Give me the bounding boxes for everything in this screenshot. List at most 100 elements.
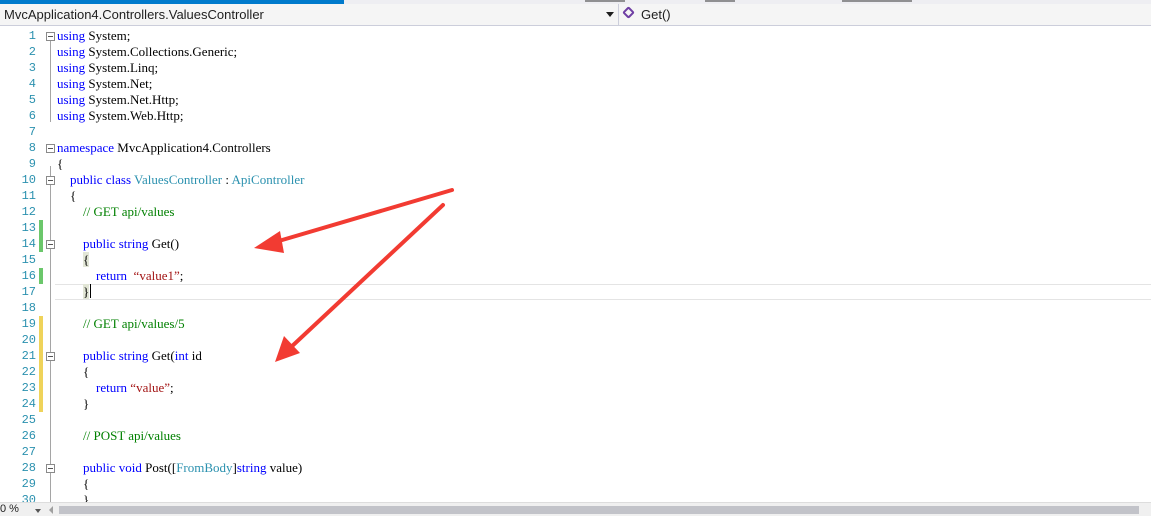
code-line: 9 { <box>0 156 1151 172</box>
line-number: 4 <box>28 77 36 91</box>
line-number: 28 <box>21 461 36 475</box>
code-line: 25 <box>0 412 1151 428</box>
code-text: using System.Web.Http; <box>57 108 184 123</box>
chevron-down-icon[interactable] <box>35 509 41 513</box>
collapse-icon[interactable] <box>46 240 55 249</box>
code-line: 11 { <box>0 188 1151 204</box>
code-line: 5 using System.Net.Http; <box>0 92 1151 108</box>
collapse-icon[interactable] <box>46 352 55 361</box>
line-number: 20 <box>21 333 36 347</box>
editor-bottom-bar: 0 % <box>0 502 1151 516</box>
line-number: 17 <box>21 285 36 299</box>
line-number: 23 <box>21 381 36 395</box>
code-line: 6 using System.Web.Http; <box>0 108 1151 124</box>
cut-off-tab-text <box>585 0 625 2</box>
line-number: 8 <box>28 141 36 155</box>
code-text: using System.Collections.Generic; <box>57 44 238 59</box>
line-number: 18 <box>21 301 36 315</box>
code-text: { <box>57 156 64 171</box>
change-marker-saved <box>39 268 43 284</box>
line-number: 9 <box>28 157 36 171</box>
code-text: using System.Net.Http; <box>57 92 179 107</box>
code-line: 15 { <box>0 252 1151 268</box>
cut-off-tab-text <box>705 0 735 2</box>
collapse-icon[interactable] <box>46 464 55 473</box>
line-number: 13 <box>21 221 36 235</box>
change-marker-unsaved <box>39 364 43 380</box>
line-number: 15 <box>21 253 36 267</box>
line-number: 12 <box>21 205 36 219</box>
line-number: 1 <box>28 29 36 43</box>
code-line: 4 using System.Net; <box>0 76 1151 92</box>
code-text: public string Get(int id <box>83 348 202 363</box>
code-text: return “value”; <box>96 380 174 395</box>
zoom-level[interactable]: 0 % <box>0 503 19 516</box>
line-number: 16 <box>21 269 36 283</box>
change-marker-saved <box>39 220 43 236</box>
line-number: 19 <box>21 317 36 331</box>
collapse-icon[interactable] <box>46 144 55 153</box>
member-dropdown-label: Get() <box>641 7 671 22</box>
line-number: 27 <box>21 445 36 459</box>
method-icon <box>622 6 635 19</box>
text-caret <box>90 284 92 298</box>
code-text: using System.Linq; <box>57 60 159 75</box>
code-text: } <box>83 284 92 299</box>
collapse-icon[interactable] <box>46 176 55 185</box>
code-line: 20 <box>0 332 1151 348</box>
change-marker-unsaved <box>39 396 43 412</box>
scroll-left-icon[interactable] <box>49 506 53 514</box>
code-line: 26 // POST api/values <box>0 428 1151 444</box>
code-text: { <box>83 252 90 267</box>
horizontal-scrollbar[interactable] <box>45 503 1151 516</box>
change-marker-unsaved <box>39 348 43 364</box>
code-line: 8 namespace MvcApplication4.Controllers <box>0 140 1151 156</box>
code-line: 13 <box>0 220 1151 236</box>
line-number: 21 <box>21 349 36 363</box>
line-number: 7 <box>28 125 36 139</box>
code-line: 24 } <box>0 396 1151 412</box>
line-number: 30 <box>21 493 36 502</box>
code-line: 3 using System.Linq; <box>0 60 1151 76</box>
code-line: 2 using System.Collections.Generic; <box>0 44 1151 60</box>
navigation-bar: MvcApplication4.Controllers.ValuesContro… <box>0 4 1151 26</box>
code-line: 27 <box>0 444 1151 460</box>
line-number: 6 <box>28 109 36 123</box>
line-number: 29 <box>21 477 36 491</box>
code-text: // POST api/values <box>83 428 181 443</box>
code-text: public class ValuesController : ApiContr… <box>70 172 305 187</box>
type-dropdown-label: MvcApplication4.Controllers.ValuesContro… <box>4 7 264 22</box>
code-text: return “value1”; <box>96 268 184 283</box>
code-line: 7 <box>0 124 1151 140</box>
code-line: 1 using System; <box>0 28 1151 44</box>
code-text: { <box>83 476 90 491</box>
code-editor[interactable]: 1 using System; 2 using System.Collectio… <box>0 26 1151 502</box>
line-number: 24 <box>21 397 36 411</box>
code-text: } <box>83 396 90 411</box>
code-line: 22 { <box>0 364 1151 380</box>
code-text: // GET api/values <box>83 204 175 219</box>
line-number: 11 <box>21 189 36 203</box>
code-text: namespace MvcApplication4.Controllers <box>57 140 271 155</box>
line-number: 26 <box>21 429 36 443</box>
scrollbar-thumb[interactable] <box>59 506 1139 514</box>
change-marker-saved <box>39 236 43 252</box>
change-marker-unsaved <box>39 332 43 348</box>
code-line: 16 return “value1”; <box>0 268 1151 284</box>
code-line: 17 } <box>0 284 1151 300</box>
code-line: 10 public class ValuesController : ApiCo… <box>0 172 1151 188</box>
type-dropdown[interactable]: MvcApplication4.Controllers.ValuesContro… <box>0 4 619 25</box>
member-dropdown[interactable]: Get() <box>620 4 1151 25</box>
code-line: 28 public void Post([FromBody]string val… <box>0 460 1151 476</box>
line-number: 2 <box>28 45 36 59</box>
code-text: using System; <box>57 28 131 43</box>
code-line: 23 return “value”; <box>0 380 1151 396</box>
collapse-icon[interactable] <box>46 32 55 41</box>
code-text: using System.Net; <box>57 76 153 91</box>
code-text: // GET api/values/5 <box>83 316 185 331</box>
line-number: 14 <box>21 237 36 251</box>
code-line: 21 public string Get(int id <box>0 348 1151 364</box>
chevron-down-icon[interactable] <box>606 12 614 17</box>
code-line: 12 // GET api/values <box>0 204 1151 220</box>
code-text: public string Get() <box>83 236 180 251</box>
